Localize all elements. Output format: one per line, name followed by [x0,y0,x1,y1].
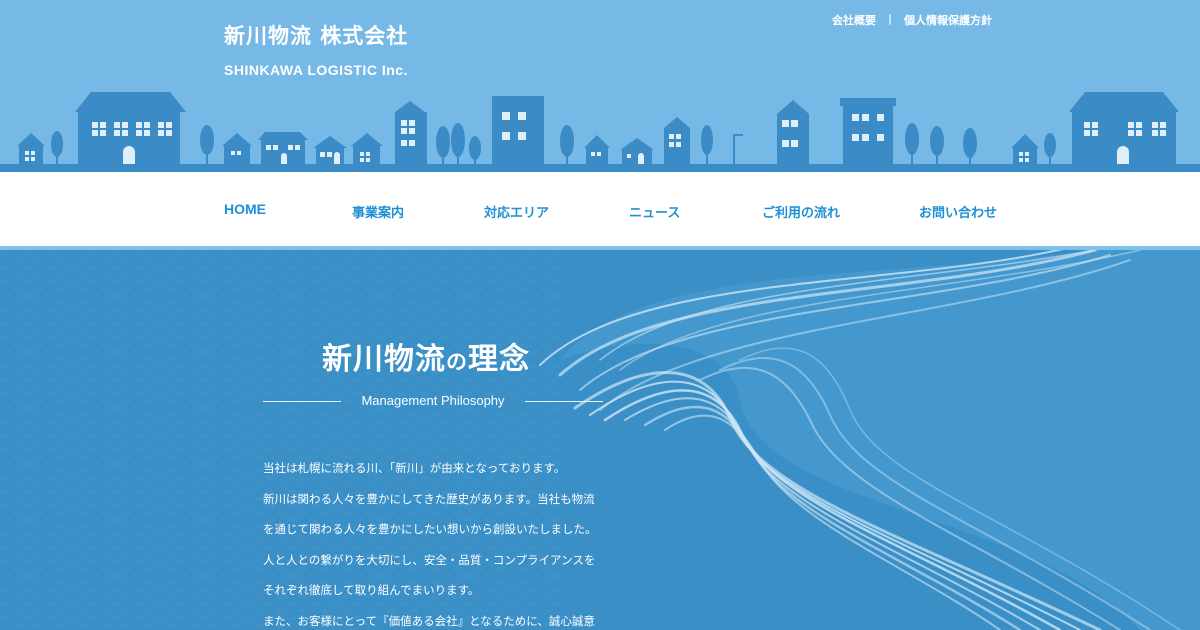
philosophy-subtitle-row: Management Philosophy [263,391,603,411]
nav-services[interactable]: 事業案内 [352,202,404,221]
nav-how-to-use[interactable]: ご利用の流れ [762,202,840,221]
philosophy-line: それぞれ徹底して取り組んでまいります。 [263,583,480,597]
philosophy-line: また、お客様にとって『価値ある会社』となるために、誠心誠意 [263,613,595,628]
title-main: 新川物流 [322,342,446,377]
subtitle-rule-left [263,401,341,402]
philosophy-line: を通じて関わる人々を豊かにしたい想いから創設いたしました。 [263,522,597,536]
philosophy-title: 新川物流の理念 [322,334,530,378]
philosophy-line: 当社は札幌に流れる川、「新川」が由来となっております。 [263,461,566,475]
philosophy-hero: 新川物流の理念 Management Philosophy 当社は札幌に流れる川… [0,250,1200,630]
river-wave-background [0,250,1200,630]
philosophy-subtitle: Management Philosophy [361,393,505,408]
subtitle-rule-right [525,401,603,402]
title-end: 理念 [468,342,530,377]
nav-contact[interactable]: お問い合わせ [919,202,997,221]
philosophy-body: 当社は札幌に流れる川、「新川」が由来となっております。 新川は関わる人々を豊かに… [263,453,597,630]
town-skyline-illustration [0,92,1200,172]
nav-home[interactable]: HOME [224,201,266,217]
philosophy-line: 人と人との繋がりを大切にし、安全・品質・コンプライアンスを [263,552,596,567]
nav-service-area[interactable]: 対応エリア [484,202,549,221]
philosophy-line: 新川は関わる人々を豊かにしてきた歴史があります。当社も物流 [263,491,595,506]
title-particle: の [446,350,468,374]
global-nav: HOME 事業案内 対応エリア ニュース ご利用の流れ お問い合わせ [0,172,1200,246]
nav-news[interactable]: ニュース [629,202,680,221]
site-header: 新川物流 株式会社 SHINKAWA LOGISTIC Inc. 会社概要 | … [0,0,1200,172]
